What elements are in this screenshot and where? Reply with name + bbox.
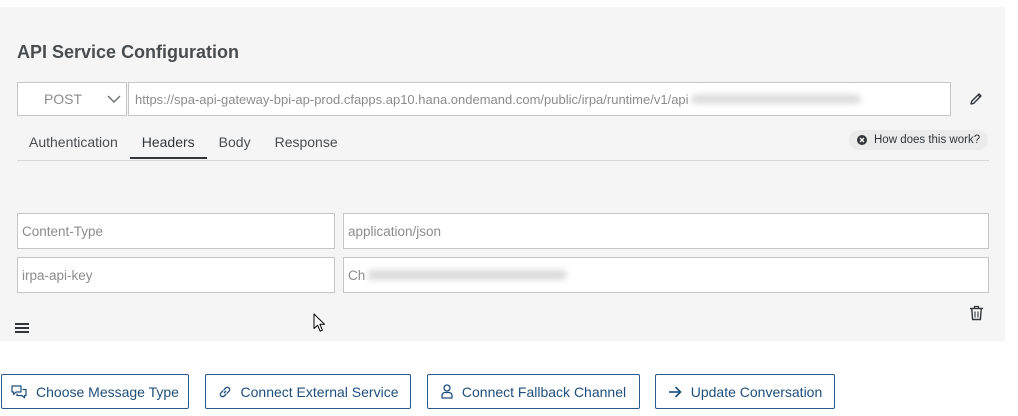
header-value-redacted-blur [367,270,568,280]
url-redacted-blur [690,94,861,104]
help-label: How does this work? [874,134,981,146]
header-value-field[interactable]: Ch [343,257,989,293]
header-value-placeholder: Ch [348,267,366,283]
http-method-select[interactable]: POST [17,82,127,116]
connect-external-service-label: Connect External Service [240,383,399,400]
header-value-placeholder: application/json [348,223,442,239]
connect-fallback-channel-button[interactable]: Connect Fallback Channel [427,374,640,409]
header-value-field[interactable]: application/json [343,213,989,249]
request-tabs: Authentication Headers Body Response [17,126,989,161]
connect-external-service-button[interactable]: Connect External Service [205,374,411,409]
choose-message-type-button[interactable]: Choose Message Type [1,374,189,409]
person-icon [441,384,453,399]
page-title: API Service Configuration [17,42,240,62]
tab-authentication[interactable]: Authentication [17,126,130,159]
http-method-value: POST [43,91,83,107]
close-circle-icon [857,135,867,145]
tab-response[interactable]: Response [263,126,350,159]
update-conversation-button[interactable]: Update Conversation [655,374,835,409]
tab-headers[interactable]: Headers [129,126,207,159]
choose-message-type-label: Choose Message Type [36,383,179,400]
header-key-placeholder: irpa-api-key [22,267,93,283]
url-input[interactable]: https://spa-api-gateway-bpi-ap-prod.cfap… [128,82,951,116]
update-conversation-label: Update Conversation [690,383,823,400]
header-key-field[interactable]: Content-Type [17,213,335,249]
link-icon [218,385,232,399]
tab-body[interactable]: Body [207,126,263,159]
chevron-down-icon [102,95,126,104]
arrow-right-icon [668,385,682,398]
chat-bubbles-icon [11,384,27,399]
connect-fallback-channel-label: Connect Fallback Channel [461,383,627,400]
hamburger-icon[interactable] [15,321,30,333]
url-value: https://spa-api-gateway-bpi-ap-prod.cfap… [135,91,689,107]
mouse-pointer-icon [313,313,327,333]
how-does-this-work-link[interactable]: How does this work? [849,130,989,150]
trash-icon[interactable] [969,305,984,321]
header-key-placeholder: Content-Type [22,223,104,239]
pencil-icon[interactable] [968,91,984,107]
header-key-field[interactable]: irpa-api-key [17,257,335,293]
